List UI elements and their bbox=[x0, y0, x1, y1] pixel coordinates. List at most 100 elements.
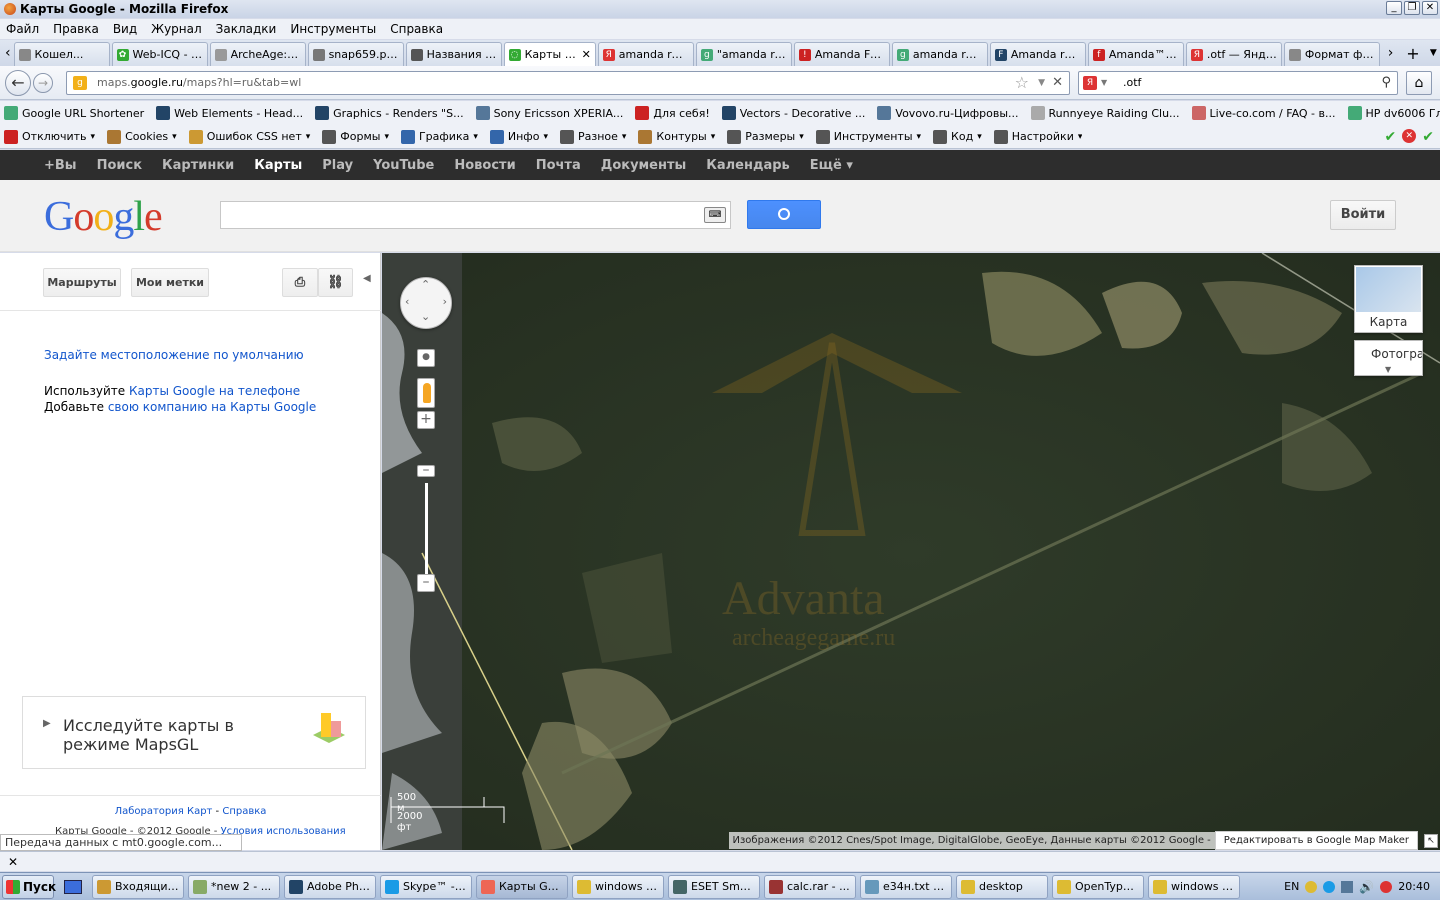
taskbar-item-10[interactable]: OpenType ... bbox=[1052, 874, 1144, 899]
webdev-menu-4[interactable]: Графика ▾ bbox=[400, 129, 478, 144]
tab-0[interactable]: Кошел... bbox=[13, 42, 110, 66]
gbar-item-9[interactable]: Календарь bbox=[706, 158, 790, 173]
tab-2[interactable]: ArcheAge: К... bbox=[209, 42, 306, 66]
tray-skype-icon[interactable] bbox=[1323, 880, 1336, 893]
new-tab-icon[interactable]: + bbox=[1403, 44, 1422, 63]
tabs-scroll-left-icon[interactable]: ‹ bbox=[2, 45, 14, 61]
menu-history[interactable]: Журнал bbox=[151, 22, 202, 36]
tab-10[interactable]: FAmanda regu... bbox=[989, 42, 1086, 66]
tray-volume-icon[interactable]: 🔊 bbox=[1359, 880, 1374, 894]
set-default-location-link[interactable]: Задайте местоположение по умолчанию bbox=[44, 348, 304, 362]
tab-5[interactable]: ◌Карты G... ✕ bbox=[503, 42, 596, 66]
menu-view[interactable]: Вид bbox=[113, 22, 137, 36]
forward-button[interactable]: → bbox=[33, 73, 53, 93]
validate-ok-icon[interactable]: ✔ bbox=[1385, 129, 1397, 145]
taskbar-item-8[interactable]: e34н.txt - ... bbox=[860, 874, 952, 899]
webdev-menu-7[interactable]: Контуры ▾ bbox=[638, 129, 715, 144]
link-icon[interactable]: ⛓ bbox=[318, 268, 353, 297]
print-icon[interactable]: ⎙ bbox=[282, 268, 318, 297]
gbar-item-4[interactable]: Play bbox=[322, 158, 353, 173]
bookmark-star-icon[interactable]: ☆ bbox=[1015, 72, 1029, 94]
stop-icon[interactable]: ✕ bbox=[1052, 72, 1063, 94]
show-desktop-icon[interactable] bbox=[64, 879, 82, 894]
gbar-item-2[interactable]: Картинки bbox=[162, 158, 234, 173]
zoom-in-icon[interactable]: + bbox=[417, 411, 435, 429]
home-icon[interactable]: ⌂ bbox=[1406, 71, 1432, 95]
taskbar-item-0[interactable]: Входящие... bbox=[92, 874, 184, 899]
webdev-menu-8[interactable]: Размеры ▾ bbox=[727, 129, 804, 144]
bookmark-8[interactable]: Live-co.com / FAQ - в... bbox=[1191, 106, 1336, 120]
yandex-engine-icon[interactable]: Я bbox=[1083, 76, 1097, 90]
pan-control[interactable]: ⌃ ‹ › ⌄ bbox=[400, 277, 452, 329]
language-indicator[interactable]: EN bbox=[1284, 880, 1299, 893]
webdev-menu-5[interactable]: Инфо ▾ bbox=[489, 129, 548, 144]
bookmark-9[interactable]: HP dv6006 Глянцевы... bbox=[1347, 106, 1440, 120]
search-go-icon[interactable]: ⚲ bbox=[1381, 72, 1391, 94]
tab-6[interactable]: Яamanda regu... bbox=[597, 42, 694, 66]
maximize-button[interactable]: ❐ bbox=[1404, 1, 1420, 15]
tabs-scroll-right-icon[interactable]: › bbox=[1384, 45, 1397, 61]
photos-layer-button[interactable]: Фотограф ▼ bbox=[1354, 340, 1423, 376]
taskbar-item-1[interactable]: *new 2 - ... bbox=[188, 874, 280, 899]
bookmark-2[interactable]: Graphics - Renders "S... bbox=[315, 106, 464, 120]
maps-search-input[interactable]: ⌨ bbox=[220, 201, 731, 229]
start-button[interactable]: Пуск bbox=[2, 874, 56, 899]
tab-close-icon[interactable]: ✕ bbox=[582, 48, 591, 61]
search-button[interactable] bbox=[747, 200, 821, 229]
pegman-icon[interactable] bbox=[417, 378, 435, 408]
gbar-item-3[interactable]: Карты bbox=[254, 158, 302, 173]
webdev-menu-9[interactable]: Инструменты ▾ bbox=[815, 129, 921, 144]
my-places-button[interactable]: Мои метки bbox=[131, 268, 209, 297]
gbar-item-7[interactable]: Почта bbox=[536, 158, 581, 173]
webdev-menu-2[interactable]: Ошибок CSS нет ▾ bbox=[188, 129, 310, 144]
search-bar[interactable]: Я ▼ .otf ⚲ bbox=[1078, 71, 1398, 95]
minimize-button[interactable]: _ bbox=[1386, 1, 1402, 15]
menu-edit[interactable]: Правка bbox=[53, 22, 99, 36]
tray-messenger-icon[interactable] bbox=[1305, 880, 1318, 893]
tab-13[interactable]: Формат фай... bbox=[1283, 42, 1380, 66]
webdev-menu-1[interactable]: Cookies ▾ bbox=[107, 129, 177, 144]
pan-left-icon[interactable]: ‹ bbox=[405, 295, 409, 308]
tab-3[interactable]: snap659.png... bbox=[307, 42, 404, 66]
engine-dropdown-icon[interactable]: ▼ bbox=[1101, 72, 1107, 94]
routes-button[interactable]: Маршруты bbox=[43, 268, 121, 297]
url-dropdown-icon[interactable]: ▼ bbox=[1038, 72, 1045, 94]
zoom-slider-track[interactable] bbox=[425, 483, 428, 583]
pan-down-icon[interactable]: ⌄ bbox=[421, 310, 430, 323]
help-link[interactable]: Справка bbox=[222, 806, 266, 817]
zoom-slider-handle[interactable]: – bbox=[417, 463, 435, 477]
taskbar-item-2[interactable]: Adobe Pho... bbox=[284, 874, 376, 899]
mobile-maps-link[interactable]: Карты Google на телефоне bbox=[129, 384, 300, 398]
bookmark-0[interactable]: Google URL Shortener bbox=[4, 106, 144, 120]
webdev-menu-6[interactable]: Разное ▾ bbox=[559, 129, 626, 144]
tab-12[interactable]: Я .otf — Янде... bbox=[1185, 42, 1282, 66]
menu-help[interactable]: Справка bbox=[390, 22, 443, 36]
gbar-item-8[interactable]: Документы bbox=[601, 158, 687, 173]
edit-map-maker-link[interactable]: Редактировать в Google Map Maker bbox=[1214, 830, 1418, 850]
bookmark-4[interactable]: Для себя! bbox=[635, 106, 710, 120]
taskbar-item-3[interactable]: Skype™ - ... bbox=[380, 874, 472, 899]
bookmark-7[interactable]: Runnyeye Raiding Clu... bbox=[1030, 106, 1180, 120]
bookmark-5[interactable]: Vectors - Decorative ... bbox=[721, 106, 865, 120]
recenter-icon[interactable]: ● bbox=[417, 349, 435, 367]
taskbar-item-9[interactable]: desktop bbox=[956, 874, 1048, 899]
webdev-menu-0[interactable]: Отключить ▾ bbox=[4, 129, 95, 144]
taskbar-item-11[interactable]: windows (C:) bbox=[1148, 874, 1240, 899]
tab-1[interactable]: ✿ Web-ICQ - н... bbox=[111, 42, 208, 66]
bookmark-3[interactable]: Sony Ericsson XPERIA... bbox=[475, 106, 623, 120]
site-identity-icon[interactable]: g bbox=[73, 76, 87, 90]
webdev-menu-11[interactable]: Настройки ▾ bbox=[993, 129, 1082, 144]
keyboard-icon[interactable]: ⌨ bbox=[704, 207, 726, 223]
gbar-item-0[interactable]: +Вы bbox=[44, 158, 77, 173]
zoom-out-icon[interactable]: – bbox=[417, 574, 435, 592]
map-corner-icon[interactable]: ↖ bbox=[1424, 834, 1438, 848]
labs-link[interactable]: Лаборатория Карт bbox=[115, 806, 213, 817]
tab-4[interactable]: Названия 12... bbox=[405, 42, 502, 66]
tray-security-icon[interactable] bbox=[1380, 880, 1393, 893]
mapsgl-promo[interactable]: ▶ Исследуйте карты в режиме MapsGL bbox=[22, 696, 366, 769]
tray-network-icon[interactable] bbox=[1341, 880, 1354, 893]
menu-tools[interactable]: Инструменты bbox=[290, 22, 376, 36]
google-logo[interactable]: Google bbox=[44, 193, 163, 241]
pan-up-icon[interactable]: ⌃ bbox=[421, 278, 430, 291]
satellite-map[interactable]: Advanta archeagegame.ru ⌃ ‹ › ⌄ ● + – – … bbox=[382, 253, 1440, 850]
